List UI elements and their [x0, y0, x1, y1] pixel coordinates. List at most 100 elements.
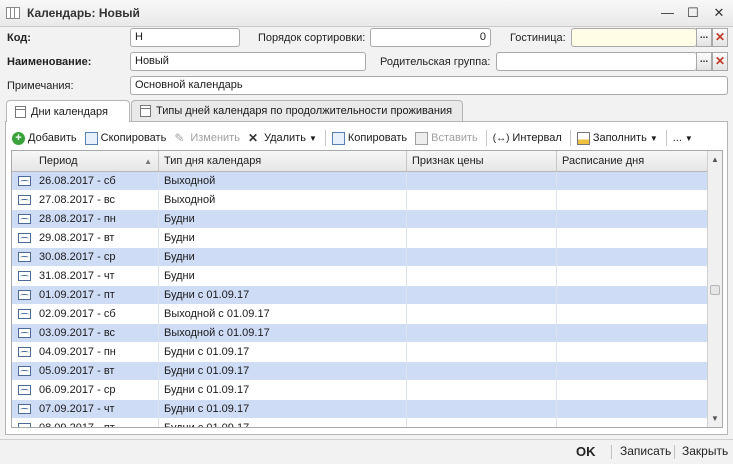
delete-button[interactable]: ✕ Удалить ▼: [248, 132, 317, 145]
cell-price[interactable]: [407, 172, 557, 191]
column-header-period[interactable]: Период ▲: [12, 151, 159, 172]
table-row[interactable]: 31.08.2017 - чт Будни: [12, 267, 708, 286]
cell-period[interactable]: 01.09.2017 - пт: [12, 286, 159, 305]
cell-schedule[interactable]: [557, 305, 708, 324]
cell-type[interactable]: Будни: [159, 248, 407, 267]
cell-period[interactable]: 27.08.2017 - вс: [12, 191, 159, 210]
cell-price[interactable]: [407, 267, 557, 286]
cell-period[interactable]: 31.08.2017 - чт: [12, 267, 159, 286]
cell-price[interactable]: [407, 286, 557, 305]
minimize-button[interactable]: —: [661, 5, 674, 21]
column-header-schedule[interactable]: Расписание дня: [557, 151, 708, 172]
cell-price[interactable]: [407, 324, 557, 343]
cell-price[interactable]: [407, 248, 557, 267]
table-row[interactable]: 08.09.2017 - пт Будни с 01.09.17: [12, 419, 708, 427]
cell-type[interactable]: Будни с 01.09.17: [159, 343, 407, 362]
cell-price[interactable]: [407, 305, 557, 324]
cell-schedule[interactable]: [557, 191, 708, 210]
cell-type[interactable]: Выходной: [159, 191, 407, 210]
cell-price[interactable]: [407, 362, 557, 381]
paste-button[interactable]: Вставить: [415, 131, 478, 145]
parent-group-field[interactable]: [496, 52, 697, 71]
close-button[interactable]: Закрыть: [682, 444, 728, 458]
cell-period[interactable]: 03.09.2017 - вс: [12, 324, 159, 343]
add-button[interactable]: + Добавить: [12, 131, 77, 145]
ok-button[interactable]: OK: [576, 444, 596, 459]
cell-period[interactable]: 07.09.2017 - чт: [12, 400, 159, 419]
tab-calendar-days[interactable]: Дни календаря: [6, 100, 130, 122]
cell-period[interactable]: 28.08.2017 - пн: [12, 210, 159, 229]
code-field[interactable]: Н: [130, 28, 240, 47]
cell-type[interactable]: Выходной с 01.09.17: [159, 324, 407, 343]
column-header-price-sign[interactable]: Признак цены: [407, 151, 557, 172]
hotel-field[interactable]: [571, 28, 697, 47]
cell-schedule[interactable]: [557, 267, 708, 286]
cell-period[interactable]: 08.09.2017 - пт: [12, 419, 159, 427]
more-actions-button[interactable]: ... ▼: [673, 132, 693, 144]
maximize-button[interactable]: ☐: [687, 5, 699, 21]
cell-type[interactable]: Будни: [159, 229, 407, 248]
cell-schedule[interactable]: [557, 381, 708, 400]
scroll-thumb[interactable]: [710, 285, 720, 295]
table-row[interactable]: 02.09.2017 - сб Выходной с 01.09.17: [12, 305, 708, 324]
fill-button[interactable]: Заполнить ▼: [576, 131, 658, 145]
column-header-day-type[interactable]: Тип дня календаря: [159, 151, 407, 172]
cell-type[interactable]: Будни с 01.09.17: [159, 400, 407, 419]
table-row[interactable]: 04.09.2017 - пн Будни с 01.09.17: [12, 343, 708, 362]
cell-price[interactable]: [407, 400, 557, 419]
hotel-select-button[interactable]: ...: [696, 28, 712, 47]
cell-period[interactable]: 26.08.2017 - сб: [12, 172, 159, 191]
cell-schedule[interactable]: [557, 362, 708, 381]
edit-button[interactable]: ✎ Изменить: [174, 132, 240, 145]
cell-period[interactable]: 29.08.2017 - вт: [12, 229, 159, 248]
interval-button[interactable]: (↔) Интервал: [493, 132, 562, 145]
table-row[interactable]: 29.08.2017 - вт Будни: [12, 229, 708, 248]
table-row[interactable]: 28.08.2017 - пн Будни: [12, 210, 708, 229]
cell-period[interactable]: 04.09.2017 - пн: [12, 343, 159, 362]
sort-order-field[interactable]: 0: [370, 28, 491, 47]
table-row[interactable]: 07.09.2017 - чт Будни с 01.09.17: [12, 400, 708, 419]
cell-schedule[interactable]: [557, 419, 708, 427]
table-row[interactable]: 05.09.2017 - вт Будни с 01.09.17: [12, 362, 708, 381]
cell-period[interactable]: 02.09.2017 - сб: [12, 305, 159, 324]
vertical-scrollbar[interactable]: ▲ ▼: [707, 151, 722, 427]
cell-price[interactable]: [407, 191, 557, 210]
cell-type[interactable]: Будни: [159, 210, 407, 229]
tab-day-types[interactable]: Типы дней календаря по продолжительности…: [131, 100, 463, 121]
cell-schedule[interactable]: [557, 400, 708, 419]
cell-type[interactable]: Будни с 01.09.17: [159, 381, 407, 400]
save-button[interactable]: Записать: [620, 444, 671, 458]
hotel-clear-button[interactable]: ✕: [712, 28, 728, 47]
cell-type[interactable]: Выходной с 01.09.17: [159, 305, 407, 324]
cell-type[interactable]: Будни с 01.09.17: [159, 419, 407, 427]
table-row[interactable]: 03.09.2017 - вс Выходной с 01.09.17: [12, 324, 708, 343]
cell-period[interactable]: 05.09.2017 - вт: [12, 362, 159, 381]
table-row[interactable]: 27.08.2017 - вс Выходной: [12, 191, 708, 210]
cell-period[interactable]: 06.09.2017 - ср: [12, 381, 159, 400]
cell-price[interactable]: [407, 343, 557, 362]
cell-type[interactable]: Будни с 01.09.17: [159, 362, 407, 381]
name-field[interactable]: Новый: [130, 52, 366, 71]
notes-field[interactable]: Основной календарь: [130, 76, 728, 95]
cell-price[interactable]: [407, 381, 557, 400]
copy-clipboard-button[interactable]: Копировать: [331, 131, 407, 145]
cell-period[interactable]: 30.08.2017 - ср: [12, 248, 159, 267]
parent-group-clear-button[interactable]: ✕: [712, 52, 728, 71]
cell-type[interactable]: Выходной: [159, 172, 407, 191]
cell-schedule[interactable]: [557, 286, 708, 305]
cell-price[interactable]: [407, 229, 557, 248]
table-row[interactable]: 06.09.2017 - ср Будни с 01.09.17: [12, 381, 708, 400]
cell-schedule[interactable]: [557, 210, 708, 229]
cell-type[interactable]: Будни: [159, 267, 407, 286]
cell-schedule[interactable]: [557, 324, 708, 343]
close-window-button[interactable]: ✕: [713, 5, 725, 21]
cell-type[interactable]: Будни с 01.09.17: [159, 286, 407, 305]
table-row[interactable]: 01.09.2017 - пт Будни с 01.09.17: [12, 286, 708, 305]
cell-price[interactable]: [407, 210, 557, 229]
scroll-up-icon[interactable]: ▲: [708, 152, 722, 167]
cell-schedule[interactable]: [557, 248, 708, 267]
cell-schedule[interactable]: [557, 229, 708, 248]
copy-row-button[interactable]: Скопировать: [84, 131, 166, 145]
parent-group-select-button[interactable]: ...: [696, 52, 712, 71]
table-row[interactable]: 30.08.2017 - ср Будни: [12, 248, 708, 267]
